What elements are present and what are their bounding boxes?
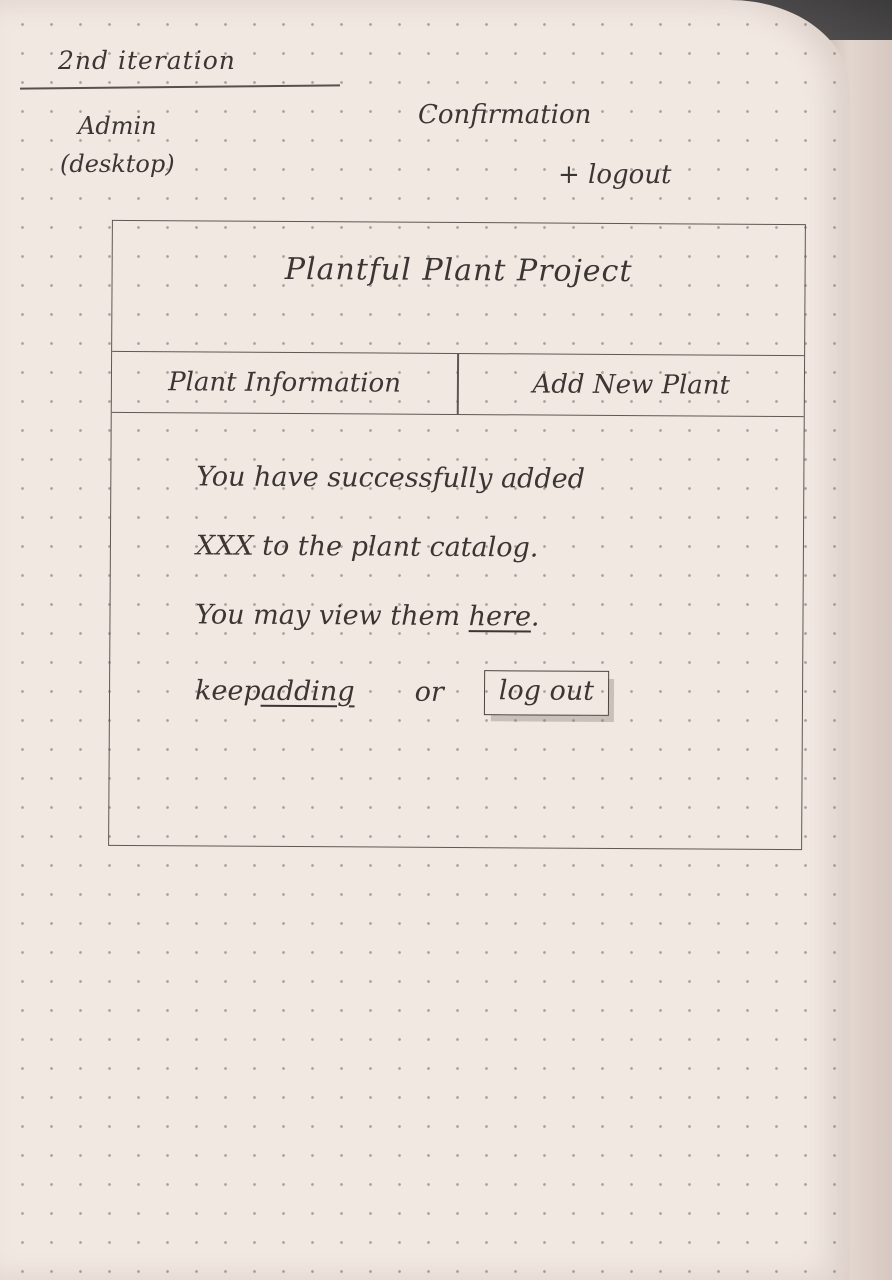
screen-name-label: Confirmation [418, 100, 592, 130]
keep-prefix: keep [194, 675, 261, 707]
logout-button[interactable]: log out [483, 670, 610, 716]
here-link[interactable]: here [469, 601, 531, 632]
view-message-suffix: . [530, 601, 540, 633]
keep-adding-link[interactable]: adding [261, 676, 355, 708]
tab-add-new-plant[interactable]: Add New Plant [459, 354, 805, 416]
iteration-underline [19, 84, 341, 90]
user-role-label: Admin [78, 112, 157, 140]
site-title: Plantful Plant Project [284, 251, 633, 290]
success-message-line2: XXX to the plant catalog. [195, 530, 539, 564]
action-row: keep adding or log out [195, 668, 772, 717]
tab-plant-information[interactable]: Plant Information [112, 352, 458, 414]
or-text: or [414, 676, 444, 708]
dot-grid-page: 2nd iteration Admin (desktop) Confirmati… [0, 0, 850, 1280]
notebook-photo: 2nd iteration Admin (desktop) Confirmati… [0, 0, 892, 1280]
success-message-line1: You have successfully added [196, 461, 586, 495]
view-message: You may view them here. [195, 599, 772, 634]
confirmation-content: You have successfully added XXX to the p… [195, 461, 774, 755]
device-label: (desktop) [60, 150, 175, 178]
wireframe-frame: Plantful Plant Project Plant Information… [108, 219, 806, 851]
iteration-label: 2nd iteration [58, 46, 236, 75]
view-message-prefix: You may view them [195, 599, 469, 633]
screen-name-sublabel: + logout [558, 160, 672, 190]
nav-bar: Plant Information Add New Plant [111, 350, 805, 418]
